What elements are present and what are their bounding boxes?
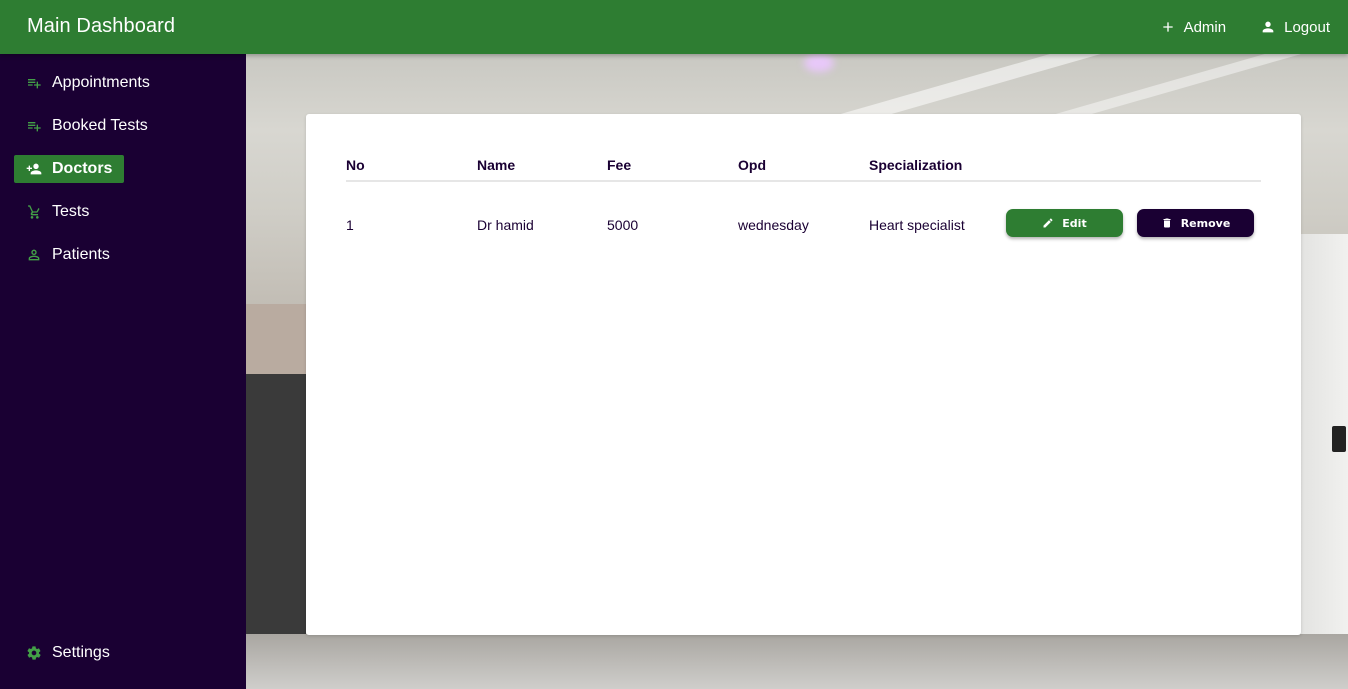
- edit-label: Edit: [1062, 216, 1087, 230]
- pencil-icon: [1042, 217, 1054, 229]
- table-header: No Name Fee Opd Specialization: [346, 154, 1261, 182]
- logout-label: Logout: [1284, 18, 1330, 36]
- person-outline-icon: [26, 247, 42, 263]
- gear-icon: [26, 645, 42, 661]
- sidebar: Appointments Booked Tests Doctors Tests …: [0, 54, 246, 689]
- sidebar-item-label: Tests: [52, 203, 90, 220]
- admin-label: Admin: [1183, 18, 1227, 36]
- doctors-table: No Name Fee Opd Specialization 1 Dr hami…: [346, 154, 1261, 266]
- logout-button[interactable]: Logout: [1260, 19, 1330, 36]
- app-title: Main Dashboard: [27, 15, 176, 37]
- sidebar-item-booked-tests[interactable]: Booked Tests: [14, 112, 160, 140]
- cell-name: Dr hamid: [477, 217, 534, 233]
- doctors-card: No Name Fee Opd Specialization 1 Dr hami…: [306, 114, 1301, 635]
- cell-fee: 5000: [607, 217, 639, 233]
- cart-plus-icon: [26, 204, 42, 220]
- sidebar-item-label: Booked Tests: [52, 117, 148, 134]
- cell-no: 1: [346, 217, 354, 233]
- sidebar-item-label: Patients: [52, 246, 110, 263]
- column-header-fee: Fee: [607, 157, 632, 173]
- admin-button[interactable]: Admin: [1160, 18, 1227, 36]
- trash-icon: [1161, 217, 1173, 229]
- sidebar-item-label: Settings: [52, 644, 110, 661]
- cell-opd: wednesday: [738, 217, 809, 233]
- sidebar-item-settings[interactable]: Settings: [14, 639, 122, 667]
- table-row: 1 Dr hamid 5000 wednesday Heart speciali…: [346, 182, 1261, 266]
- edit-button[interactable]: Edit: [1006, 209, 1123, 237]
- top-app-bar: Main Dashboard Admin Logout: [0, 0, 1348, 54]
- top-actions: Admin Logout: [1160, 0, 1330, 54]
- column-header-no: No: [346, 157, 365, 173]
- playlist-add-icon: [26, 75, 42, 91]
- sidebar-item-label: Appointments: [52, 74, 150, 91]
- playlist-add-icon: [26, 118, 42, 134]
- remove-button[interactable]: Remove: [1137, 209, 1254, 237]
- person-add-icon: [26, 161, 42, 177]
- cell-specialization: Heart specialist: [869, 217, 965, 233]
- sidebar-item-tests[interactable]: Tests: [14, 198, 101, 226]
- sidebar-item-appointments[interactable]: Appointments: [14, 69, 162, 97]
- sidebar-item-patients[interactable]: Patients: [14, 241, 122, 269]
- remove-label: Remove: [1180, 216, 1231, 230]
- person-icon: [1260, 19, 1276, 35]
- column-header-specialization: Specialization: [869, 157, 963, 173]
- sidebar-item-label: Doctors: [52, 160, 113, 177]
- column-header-opd: Opd: [738, 157, 766, 173]
- plus-icon: [1160, 19, 1176, 35]
- column-header-name: Name: [477, 157, 516, 173]
- sidebar-item-doctors[interactable]: Doctors: [14, 155, 125, 183]
